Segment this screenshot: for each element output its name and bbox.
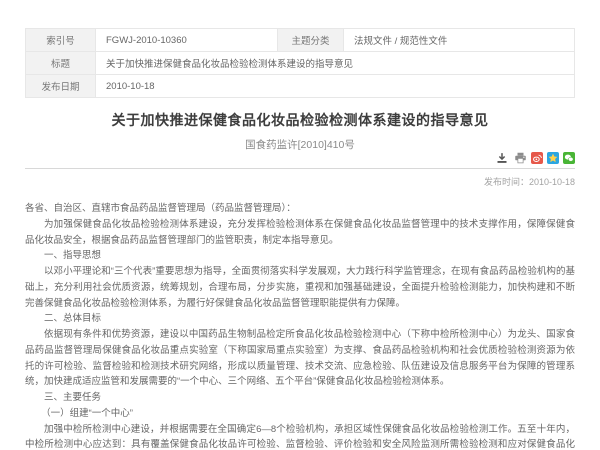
header-divider <box>25 168 575 169</box>
wechat-share-icon[interactable] <box>563 152 575 164</box>
publish-time: 发布时间：2010-10-18 <box>25 175 575 188</box>
paragraph-guiding-ideology: 以邓小平理论和“三个代表”重要思想为指导，全面贯彻落实科学发展观，大力践行科学监… <box>25 264 575 311</box>
table-row: 标题 关于加快推进保健食品化妆品检验检测体系建设的指导意见 <box>26 52 575 75</box>
index-number-value: FGWJ-2010-10360 <box>96 29 278 52</box>
table-row: 索引号 FGWJ-2010-10360 主题分类 法规文件 / 规范性文件 <box>26 29 575 52</box>
document-number: 国食药监许[2010]410号 <box>25 137 575 152</box>
doc-title-value: 关于加快推进保健食品化妆品检验检测体系建设的指导意见 <box>96 52 575 75</box>
index-number-label: 索引号 <box>26 29 96 52</box>
article-body: 各省、自治区、直辖市食品药品监督管理局（药品监督管理局）： 为加强保健食品化妆品… <box>25 201 575 450</box>
subject-category-label: 主题分类 <box>278 29 344 52</box>
paragraph-main-task: 加强中检所检测中心建设，并根据需要在全国确定6—8个检验机构，承担区域性保健食品… <box>25 422 575 450</box>
subject-category-value: 法规文件 / 规范性文件 <box>344 29 575 52</box>
article-toolbar <box>25 151 575 165</box>
publish-time-value: 2010-10-18 <box>529 177 575 187</box>
paragraph-intro: 为加强保健食品化妆品检验检测体系建设，充分发挥检验检测体系在保健食品化妆品监督管… <box>25 217 575 249</box>
document-page: 索引号 FGWJ-2010-10360 主题分类 法规文件 / 规范性文件 标题… <box>25 0 575 450</box>
publish-date-label: 发布日期 <box>26 75 96 98</box>
qzone-share-icon[interactable] <box>547 152 559 164</box>
paragraph-salutation: 各省、自治区、直辖市食品药品监督管理局（药品监督管理局）： <box>25 201 575 217</box>
document-meta-table: 索引号 FGWJ-2010-10360 主题分类 法规文件 / 规范性文件 标题… <box>25 28 575 98</box>
section-heading-2: 二、总体目标 <box>25 311 575 327</box>
weibo-share-icon[interactable] <box>531 152 543 164</box>
publish-time-label: 发布时间： <box>484 177 529 187</box>
section-heading-1: 一、指导思想 <box>25 248 575 264</box>
print-icon[interactable] <box>513 152 527 165</box>
subsection-heading-1: （一）组建“一个中心” <box>25 406 575 422</box>
doc-title-label: 标题 <box>26 52 96 75</box>
table-row: 发布日期 2010-10-18 <box>26 75 575 98</box>
paragraph-overall-goal: 依据现有条件和优势资源，建设以中国药品生物制品检定所食品化妆品检验检测中心（下称… <box>25 327 575 390</box>
page-title: 关于加快推进保健食品化妆品检验检测体系建设的指导意见 <box>25 110 575 130</box>
section-heading-3: 三、主要任务 <box>25 390 575 406</box>
publish-date-value: 2010-10-18 <box>96 75 575 98</box>
download-icon[interactable] <box>495 152 509 165</box>
